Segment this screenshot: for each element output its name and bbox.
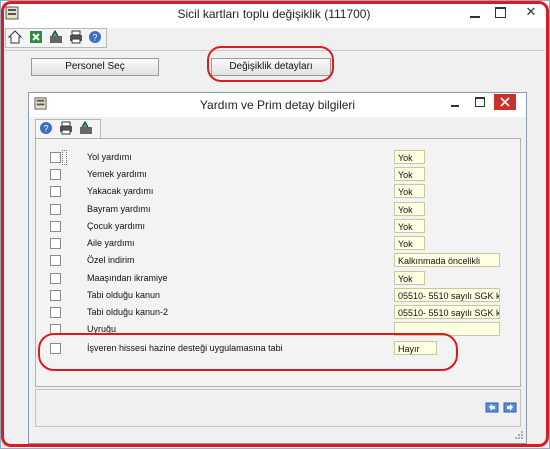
print-icon[interactable] <box>69 30 83 44</box>
row-label: Özel indirim <box>87 255 135 265</box>
row-checkbox[interactable] <box>50 273 61 284</box>
row-checkbox[interactable] <box>50 290 61 301</box>
personel-sec-button[interactable]: Personel Seç <box>31 58 159 76</box>
row-label: Yakacak yardımı <box>87 186 154 196</box>
row-label: Tabi olduğu kanun-2 <box>87 307 169 317</box>
row-checkbox[interactable] <box>50 255 61 266</box>
minimize-icon <box>451 105 459 107</box>
inner-window-icon[interactable] <box>34 97 47 110</box>
row-value[interactable]: Yok <box>394 236 425 250</box>
isveren-row-highlight <box>38 333 458 371</box>
row-checkbox[interactable] <box>50 238 61 249</box>
redo-icon[interactable] <box>503 400 517 414</box>
row-label: Aile yardımı <box>87 238 135 248</box>
row-value[interactable]: Yok <box>394 184 425 198</box>
inner-minimize-button[interactable] <box>448 97 462 109</box>
row-value[interactable]: Yok <box>394 271 425 285</box>
row-label: Yemek yardımı <box>87 169 147 179</box>
close-icon <box>500 97 510 107</box>
tools-icon[interactable] <box>49 30 63 44</box>
row-value[interactable]: Kalkınmada öncelikli <box>394 253 500 267</box>
svg-text:?: ? <box>92 33 97 43</box>
help-icon[interactable]: ? <box>88 30 102 44</box>
row-checkbox[interactable] <box>50 221 61 232</box>
print-icon[interactable] <box>59 121 73 135</box>
svg-text:?: ? <box>43 124 48 134</box>
tools-icon[interactable] <box>79 121 93 135</box>
row-checkbox[interactable] <box>50 307 61 318</box>
maximize-icon <box>475 97 485 107</box>
row-label: Tabi olduğu kanun <box>87 290 161 300</box>
row-label: Yol yardımı <box>87 152 132 162</box>
row-value[interactable]: Yok <box>394 150 425 164</box>
row-label: Maaşından ikramiye <box>87 273 168 283</box>
row-checkbox[interactable] <box>50 204 61 215</box>
bottom-panel <box>35 389 521 427</box>
row-label: Bayram yardımı <box>87 204 151 214</box>
row-label: Çocuk yardımı <box>87 221 146 231</box>
focus-indicator <box>62 150 67 165</box>
details-button-highlight <box>207 46 334 82</box>
help-icon[interactable]: ? <box>39 121 53 135</box>
row-value[interactable]: Yok <box>394 219 425 233</box>
row-checkbox[interactable] <box>50 152 61 163</box>
row-value[interactable]: 05510- 5510 sayılı SGK ka <box>394 288 500 302</box>
inner-maximize-button[interactable] <box>473 96 487 108</box>
row-value[interactable]: 05510- 5510 sayılı SGK ka <box>394 305 500 319</box>
row-checkbox[interactable] <box>50 186 61 197</box>
undo-icon[interactable] <box>485 400 499 414</box>
home-icon[interactable] <box>8 30 22 44</box>
excel-icon[interactable] <box>29 30 43 44</box>
row-value[interactable]: Yok <box>394 202 425 216</box>
resize-grip-icon[interactable] <box>514 430 524 440</box>
inner-close-button[interactable] <box>494 94 516 110</box>
row-checkbox[interactable] <box>50 169 61 180</box>
row-value[interactable]: Yok <box>394 167 425 181</box>
